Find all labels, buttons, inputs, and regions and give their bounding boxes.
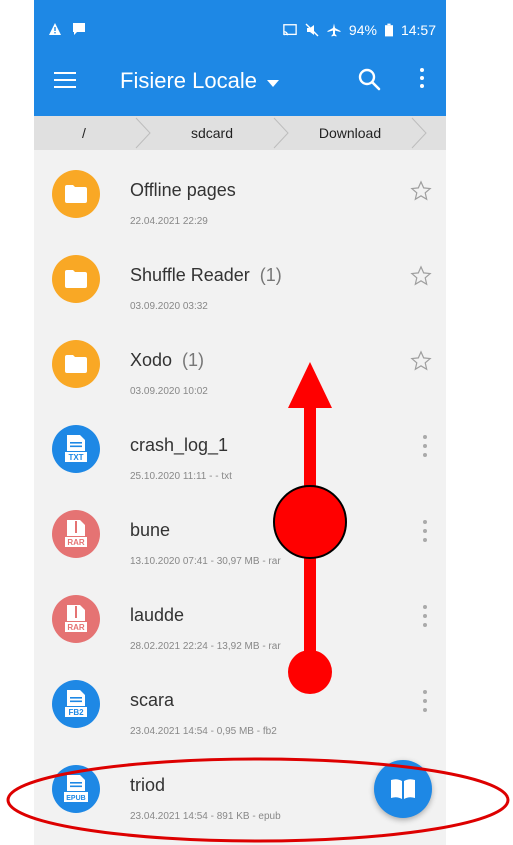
item-meta: 23.04.2021 14:54 - 891 KB - epub [130, 811, 281, 822]
item-meta: 03.09.2020 03:32 [130, 301, 208, 312]
item-meta: 22.04.2021 22:29 [130, 216, 208, 227]
airplane-icon [327, 23, 341, 37]
list-item[interactable]: TXT crash_log_1 25.10.2020 11:11 - - txt [34, 405, 446, 490]
location-selector[interactable]: Fisiere Locale [120, 68, 279, 94]
reader-fab[interactable] [374, 760, 432, 818]
svg-text:FB2: FB2 [68, 708, 84, 717]
overflow-menu-icon[interactable] [422, 605, 428, 627]
item-meta: 03.09.2020 10:02 [130, 386, 208, 397]
rar-file-icon: RAR [52, 510, 100, 558]
item-name: Offline pages [130, 180, 236, 200]
svg-text:TXT: TXT [68, 453, 83, 462]
rar-file-icon: RAR [52, 595, 100, 643]
warning-icon [49, 23, 61, 35]
battery-percent: 94% [348, 22, 377, 38]
list-item[interactable]: Shuffle Reader (1) 03.09.2020 03:32 [34, 235, 446, 320]
more-vert-icon[interactable] [414, 68, 430, 96]
breadcrumb: / sdcard Download [34, 116, 446, 150]
status-bar: 94% 14:57 [34, 0, 446, 48]
overflow-menu-icon[interactable] [422, 690, 428, 712]
item-name: triod [130, 775, 166, 795]
folder-icon [52, 340, 100, 388]
overflow-menu-icon[interactable] [422, 520, 428, 542]
item-meta: 13.10.2020 07:41 - 30,97 MB - rar [130, 556, 281, 567]
folder-icon [52, 170, 100, 218]
list-item[interactable]: Xodo (1) 03.09.2020 10:02 [34, 320, 446, 405]
item-name: bune [130, 520, 171, 540]
breadcrumb-sdcard[interactable]: sdcard [152, 116, 272, 150]
message-icon [73, 23, 85, 35]
list-item[interactable]: RAR bune 13.10.2020 07:41 - 30,97 MB - r… [34, 490, 446, 575]
breadcrumb-download[interactable]: Download [290, 116, 410, 150]
breadcrumb-root[interactable]: / [34, 116, 134, 150]
hamburger-icon[interactable] [54, 70, 80, 92]
item-name: scara [130, 690, 175, 710]
caret-down-icon [266, 79, 279, 87]
folder-icon [52, 255, 100, 303]
book-open-icon [391, 779, 415, 799]
item-meta: 25.10.2020 11:11 - - txt [130, 471, 232, 482]
svg-text:RAR: RAR [67, 623, 85, 632]
item-meta: 23.04.2021 14:54 - 0,95 MB - fb2 [130, 726, 277, 737]
item-meta: 28.02.2021 22:24 - 13,92 MB - rar [130, 641, 281, 652]
list-item[interactable]: FB2 scara 23.04.2021 14:54 - 0,95 MB - f… [34, 660, 446, 745]
item-name: laudde [130, 605, 185, 625]
item-name: Shuffle Reader (1) [130, 265, 282, 285]
app-bar: Fisiere Locale [34, 48, 446, 116]
star-icon[interactable] [410, 180, 432, 202]
breadcrumb-separator [272, 116, 290, 150]
svg-text:EPUB: EPUB [66, 795, 85, 802]
item-name: Xodo (1) [130, 350, 205, 370]
cast-icon [283, 24, 297, 36]
overflow-menu-icon[interactable] [422, 435, 428, 457]
list-item[interactable]: RAR laudde 28.02.2021 22:24 - 13,92 MB -… [34, 575, 446, 660]
list-item[interactable]: Offline pages 22.04.2021 22:29 [34, 150, 446, 235]
txt-file-icon: TXT [52, 425, 100, 473]
battery-icon [384, 23, 393, 37]
item-name: crash_log_1 [130, 435, 229, 455]
clock: 14:57 [400, 22, 436, 38]
svg-text:RAR: RAR [67, 538, 85, 547]
file-list: Offline pages 22.04.2021 22:29 Shuffle R… [34, 150, 446, 830]
fb2-file-icon: FB2 [52, 680, 100, 728]
breadcrumb-separator [134, 116, 152, 150]
phone-screen: 94% 14:57 Fisiere Locale / sdcard Downlo… [34, 0, 446, 845]
star-icon[interactable] [410, 350, 432, 372]
epub-file-icon: EPUB [52, 765, 100, 813]
breadcrumb-separator [410, 116, 428, 150]
search-icon[interactable] [356, 66, 384, 94]
star-icon[interactable] [410, 265, 432, 287]
mute-icon [305, 23, 319, 37]
app-title: Fisiere Locale [120, 68, 257, 93]
